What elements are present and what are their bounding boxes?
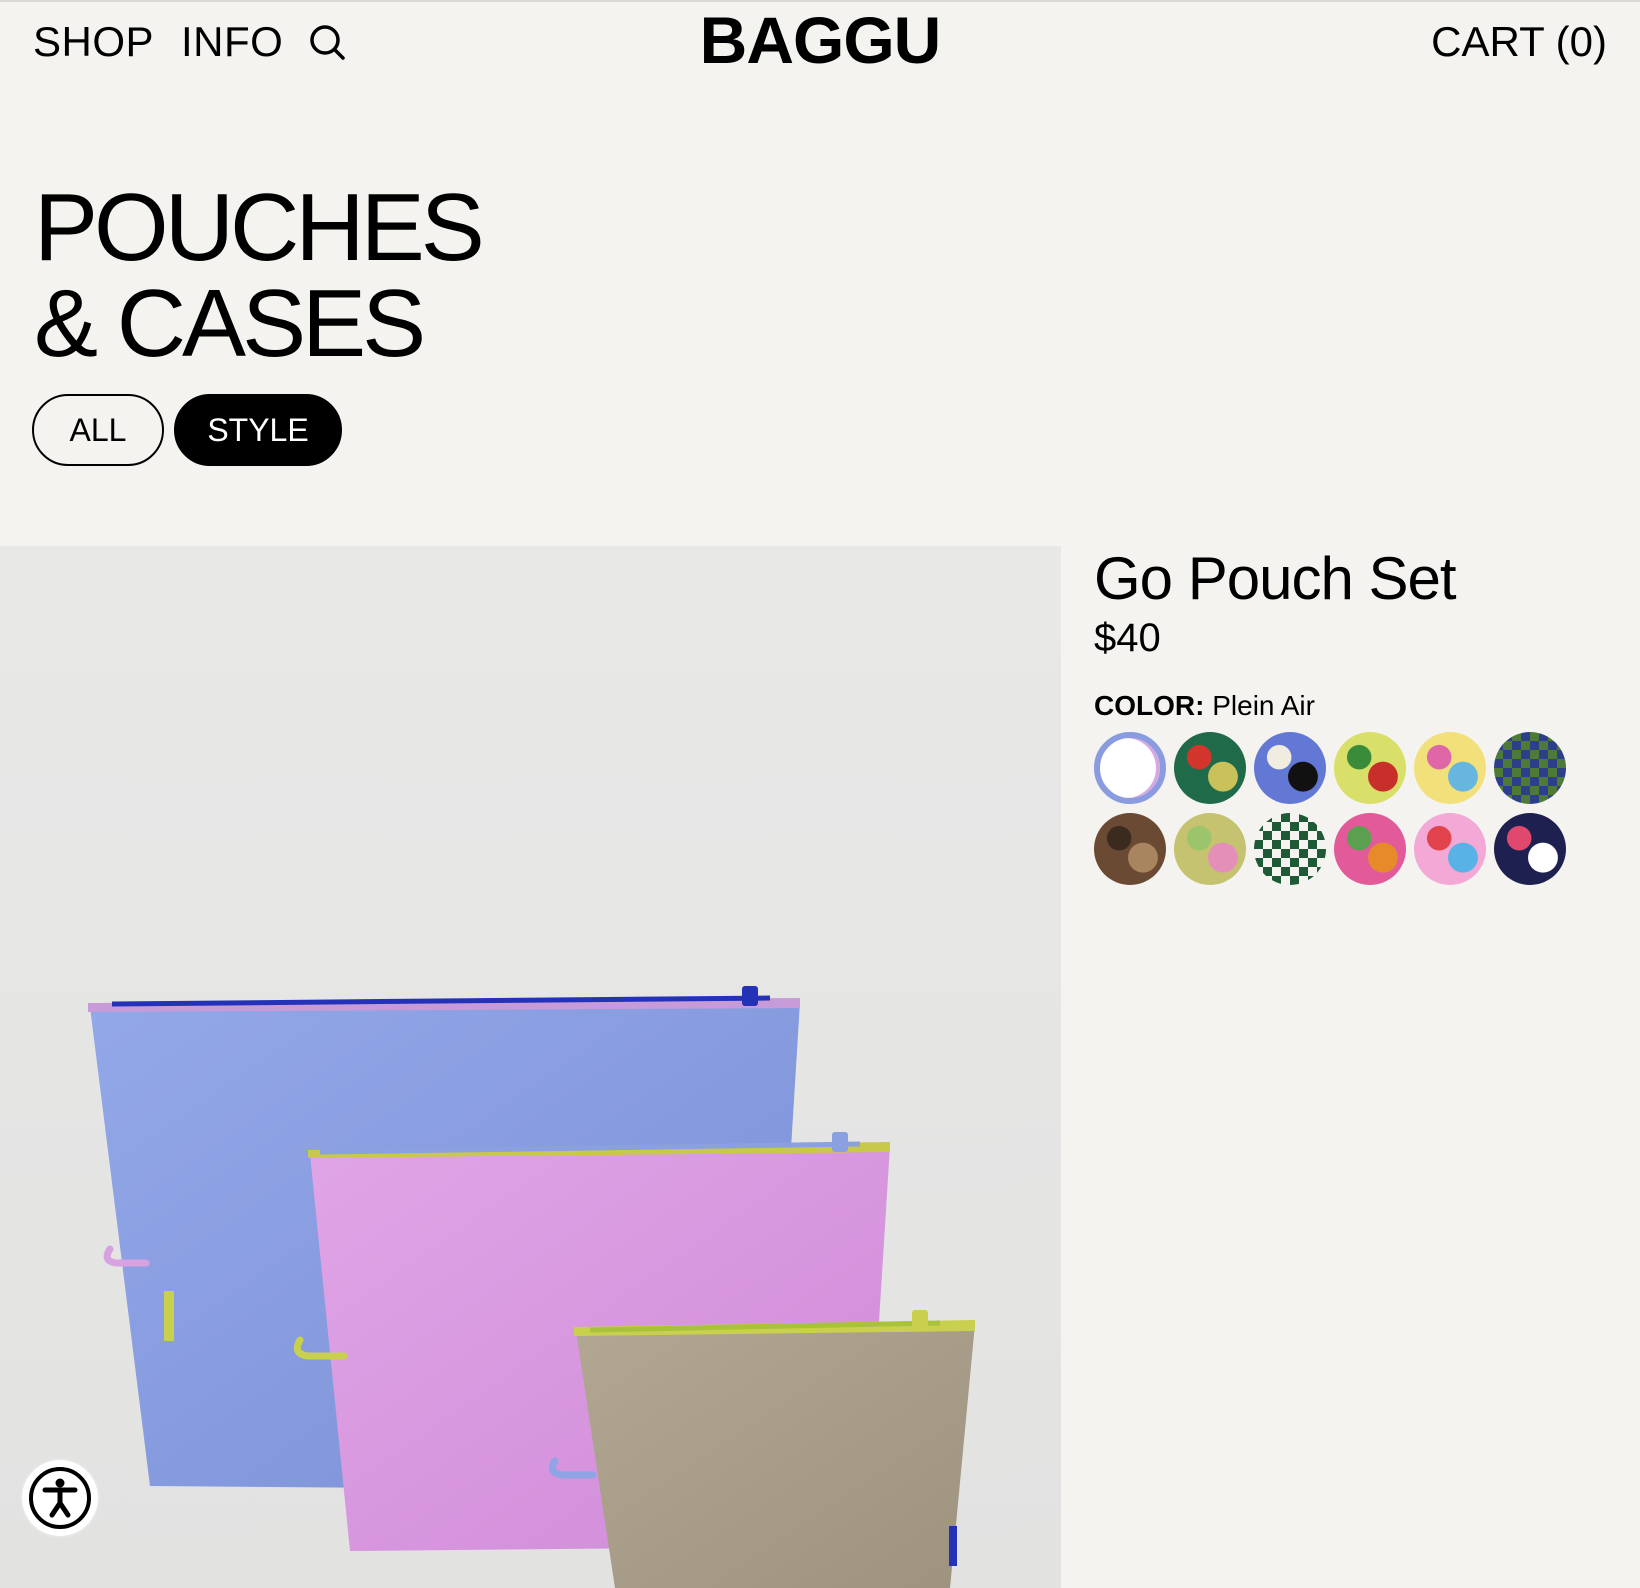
product-image[interactable] xyxy=(0,546,1061,1588)
filter-bar: ALL STYLE xyxy=(32,394,342,466)
color-swatch[interactable] xyxy=(1094,732,1166,804)
filter-style-button[interactable]: STYLE xyxy=(174,394,342,466)
site-header: SHOP INFO BAGGU CART (0) xyxy=(0,0,1640,90)
page-title-line-2: & CASES xyxy=(34,270,426,377)
color-swatch[interactable] xyxy=(1494,732,1566,804)
color-swatches xyxy=(1094,732,1614,885)
color-swatch[interactable] xyxy=(1494,813,1566,885)
color-swatch[interactable] xyxy=(1174,813,1246,885)
page-title-line-1: POUCHES xyxy=(34,174,485,281)
product-price: $40 xyxy=(1094,616,1161,660)
product-name[interactable]: Go Pouch Set xyxy=(1094,546,1614,612)
brand-logo[interactable]: BAGGU xyxy=(0,4,1640,76)
color-value: Plein Air xyxy=(1212,690,1315,721)
color-swatch[interactable] xyxy=(1254,732,1326,804)
cart-link[interactable]: CART (0) xyxy=(1431,18,1607,66)
product-info: Go Pouch Set $40 COLOR: Plein Air xyxy=(1094,546,1614,885)
color-swatch[interactable] xyxy=(1094,813,1166,885)
accessibility-button[interactable] xyxy=(22,1460,98,1536)
color-label: COLOR: xyxy=(1094,690,1205,721)
color-swatch[interactable] xyxy=(1414,813,1486,885)
filter-all-button[interactable]: ALL xyxy=(32,394,164,466)
color-swatch[interactable] xyxy=(1254,813,1326,885)
color-swatch[interactable] xyxy=(1334,732,1406,804)
color-swatch[interactable] xyxy=(1174,732,1246,804)
color-swatch[interactable] xyxy=(1334,813,1406,885)
color-swatch[interactable] xyxy=(1414,732,1486,804)
page-title: POUCHES & CASES xyxy=(34,174,485,377)
color-row: COLOR: Plein Air xyxy=(1094,690,1614,722)
accessibility-icon xyxy=(29,1467,91,1529)
